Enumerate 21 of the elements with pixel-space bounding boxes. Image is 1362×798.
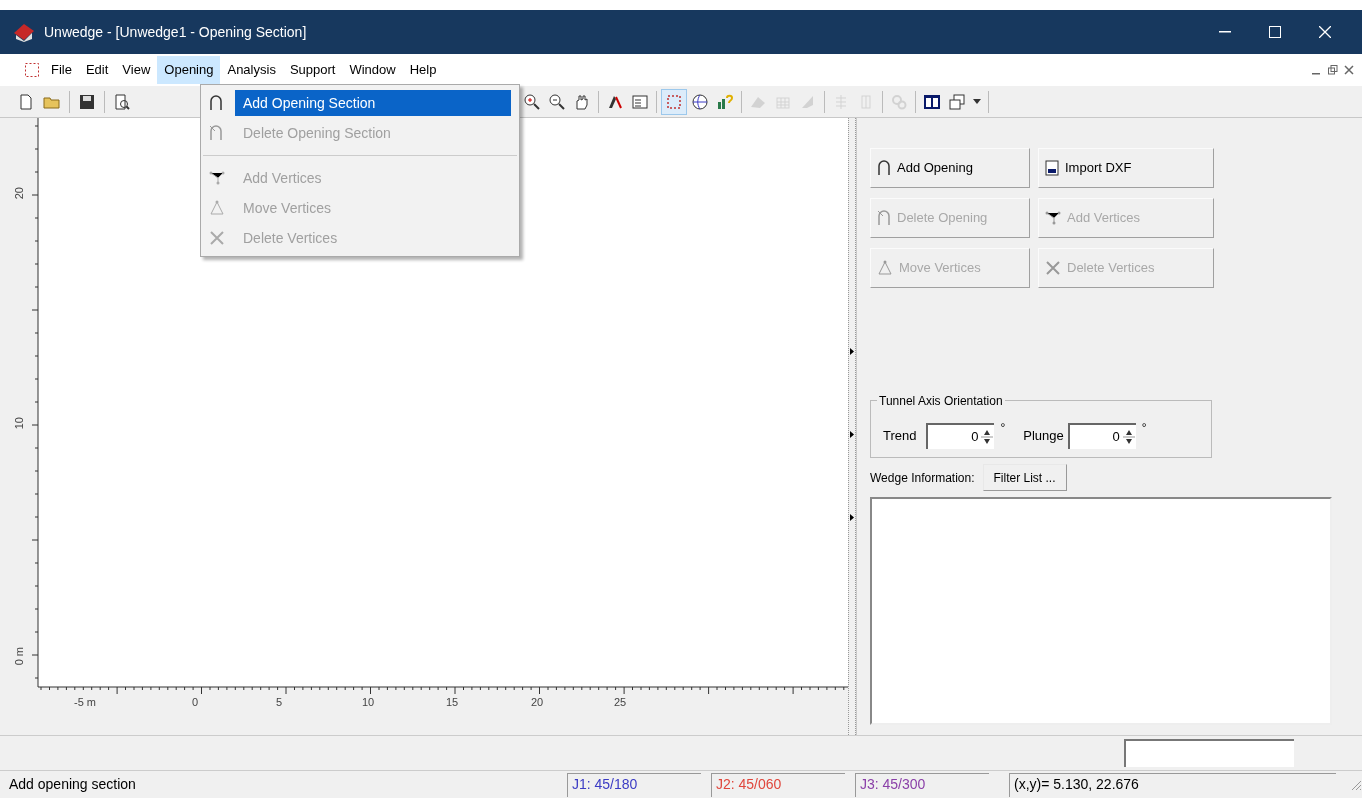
joint-readout: J3: 45/300 bbox=[854, 772, 989, 797]
axis-label: 0 m bbox=[12, 647, 26, 666]
degree-unit: ° bbox=[1000, 420, 1006, 437]
axis-label: 25 bbox=[614, 695, 627, 710]
axis-label: 15 bbox=[446, 695, 459, 710]
coordinates-readout: (x,y)= 5.130, 22.676 bbox=[1008, 772, 1337, 797]
axis-label: 20 bbox=[12, 187, 26, 200]
axis-label: 5 bbox=[276, 695, 283, 710]
axis-label: 10 bbox=[12, 417, 26, 430]
axis-label: -5 m bbox=[74, 695, 96, 710]
degree-unit: ° bbox=[1141, 420, 1147, 437]
joint-readout: J1: 45/180 bbox=[566, 772, 701, 797]
field-label: Plunge bbox=[1023, 427, 1064, 446]
joint-readout: J2: 45/060 bbox=[710, 772, 845, 797]
wedge-information-label: Wedge Information: bbox=[870, 469, 975, 487]
status-message: Add opening section bbox=[8, 775, 137, 794]
axis-label: 20 bbox=[531, 695, 544, 710]
axis-label: 10 bbox=[362, 695, 375, 710]
window-title: Unwedge - [Unwedge1 - Opening Section] bbox=[44, 22, 307, 42]
axis-label: 0 bbox=[192, 695, 199, 710]
field-label: Trend bbox=[883, 427, 917, 446]
